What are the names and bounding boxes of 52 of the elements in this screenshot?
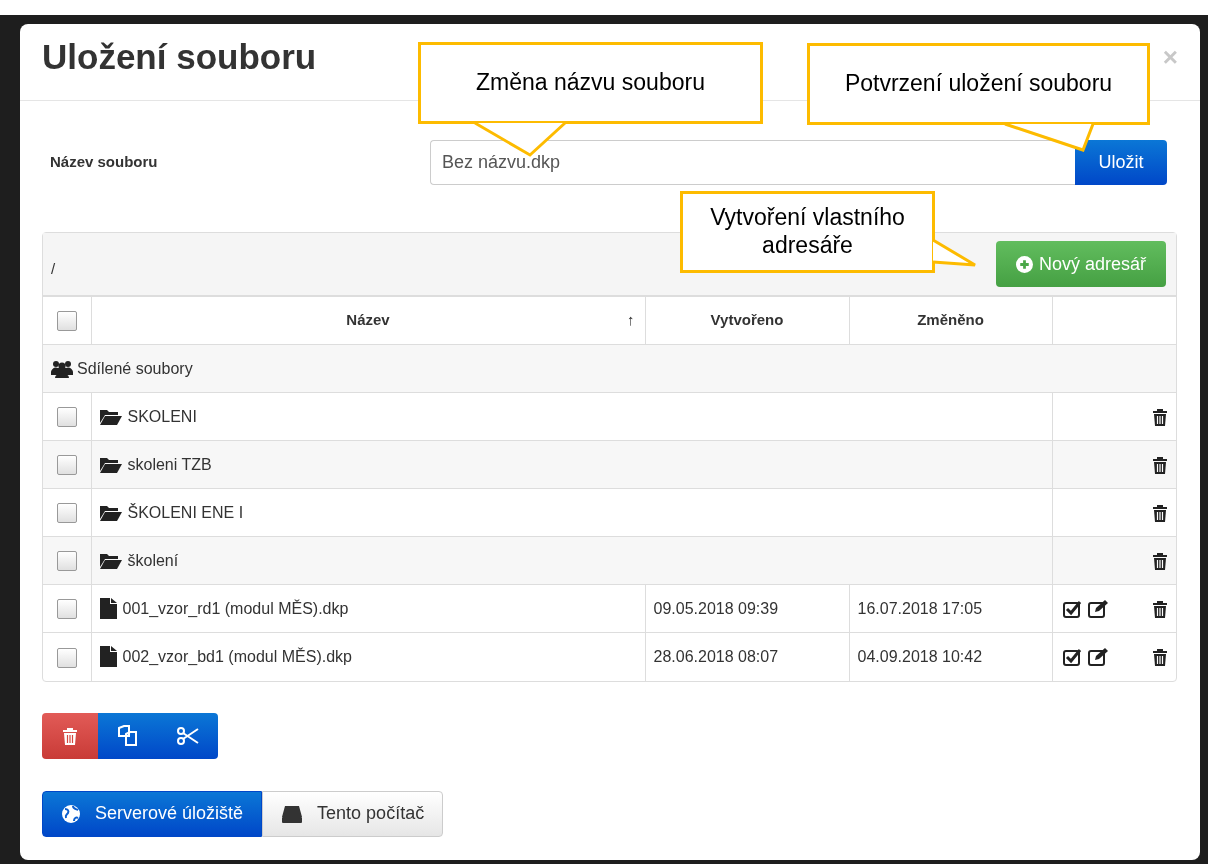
current-path: / <box>51 258 56 279</box>
trash-icon <box>1152 407 1168 426</box>
column-header[interactable]: Vytvořeno <box>645 296 849 345</box>
check-square-icon <box>1062 599 1084 618</box>
scissors-icon <box>176 726 200 745</box>
file-icon <box>99 646 117 668</box>
delete-button[interactable] <box>42 712 98 759</box>
checkbox[interactable] <box>56 407 77 428</box>
trash-icon <box>1152 455 1168 474</box>
table-cell: 09.05.2018 09:39 <box>645 584 849 633</box>
file-name[interactable]: ŠKOLENI ENE I <box>127 500 244 525</box>
storage-tab[interactable]: Serverové úložiště <box>42 790 263 837</box>
column-header[interactable]: Změněno <box>849 296 1052 345</box>
folder-icon <box>99 504 122 521</box>
callout-pointer <box>931 238 977 267</box>
group-label: Sdílené soubory <box>77 358 193 379</box>
storage-tab[interactable]: Tento počítač <box>262 790 444 837</box>
callout: Vytvoření vlastního adresáře <box>680 191 935 273</box>
edit-icon <box>1087 647 1109 666</box>
copy-icon <box>117 724 139 747</box>
file-name[interactable]: SKOLENI <box>127 404 197 429</box>
trash-icon <box>1152 647 1168 666</box>
checkbox[interactable] <box>56 455 77 476</box>
drive-icon <box>281 804 304 823</box>
globe-icon <box>61 803 81 824</box>
trash-icon <box>1152 551 1168 570</box>
folder-icon <box>99 408 122 425</box>
trash-icon <box>1152 503 1168 522</box>
checkbox[interactable] <box>56 503 77 524</box>
save-button[interactable]: Uložit <box>1075 140 1167 185</box>
table-cell: 16.07.2018 17:05 <box>849 584 1052 633</box>
sort-arrow-icon[interactable]: ↑ <box>627 309 635 332</box>
column-header[interactable]: Název ↑ <box>91 296 645 345</box>
copy-button[interactable] <box>98 712 158 759</box>
checkbox[interactable] <box>56 551 77 572</box>
folder-icon <box>99 456 122 473</box>
folder-icon <box>99 552 122 569</box>
trash-icon <box>62 726 78 745</box>
plus-circle-icon <box>1015 255 1033 273</box>
check-square-icon <box>1062 647 1084 666</box>
checkbox[interactable] <box>56 599 77 620</box>
file-name[interactable]: školení <box>127 548 179 573</box>
file-name[interactable]: skoleni TZB <box>127 452 212 477</box>
field-label: Název souboru <box>50 152 159 173</box>
dialog-title: Uložení souboru <box>42 38 317 77</box>
edit-icon <box>1087 599 1109 618</box>
checkbox[interactable] <box>56 647 77 668</box>
checkbox[interactable] <box>56 311 77 332</box>
cut-button[interactable] <box>158 712 218 759</box>
users-icon <box>51 359 73 378</box>
trash-icon <box>1152 599 1168 618</box>
file-icon <box>99 598 117 619</box>
